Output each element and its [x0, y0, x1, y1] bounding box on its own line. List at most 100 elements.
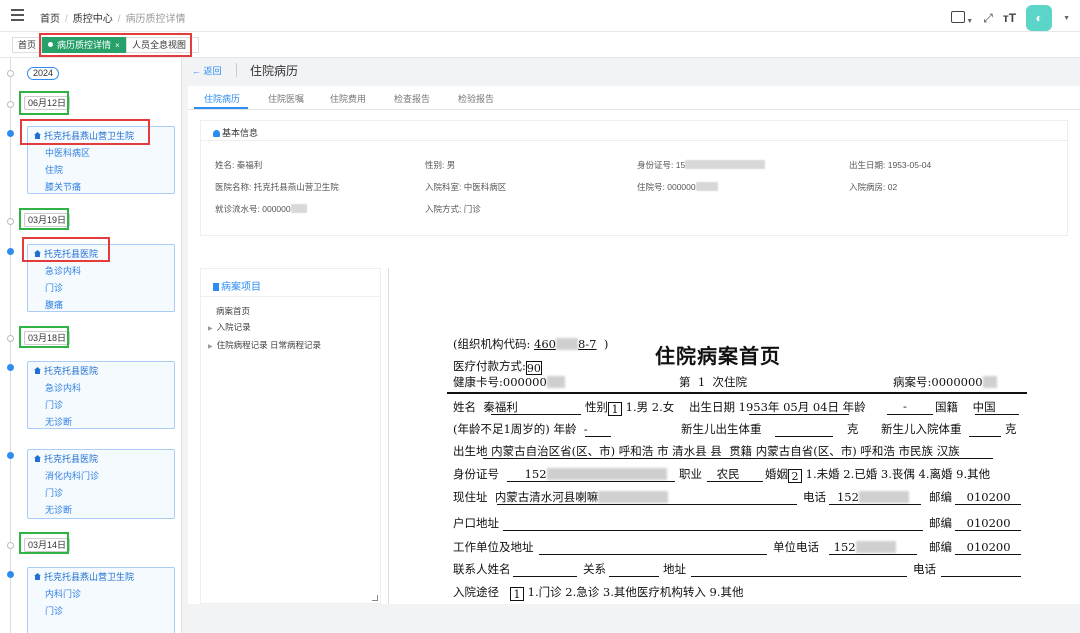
admission-times: 第 1 次住院: [679, 375, 747, 389]
highlight-date: [19, 208, 69, 230]
tree-item-admission[interactable]: ▶ 入院记录: [208, 319, 380, 337]
underline: [585, 436, 611, 437]
underline: [975, 414, 1019, 415]
payment-method: 医疗付款方式:90: [453, 359, 542, 375]
visit-no-field: 就诊流水号: 000000: [215, 203, 307, 215]
breadcrumb-center[interactable]: 质控中心: [73, 14, 113, 25]
underline: [539, 554, 767, 555]
highlight-hospital: [20, 119, 150, 145]
avatar[interactable]: ◐: [1026, 5, 1053, 31]
timeline-node: [7, 248, 14, 255]
tab-home[interactable]: 首页: [12, 37, 43, 53]
visit-card[interactable]: 托克托县燕山营卫生院 内科门诊 门诊: [27, 567, 175, 633]
tree-item-front-page[interactable]: 病案首页: [216, 303, 380, 319]
tab-inpatient-costs[interactable]: 住院费用: [330, 92, 366, 105]
dept-field: 入院科室: 中医科病区: [425, 182, 507, 192]
timeline-node: [7, 130, 14, 137]
ward-field: 入院病房: 02: [849, 182, 898, 192]
doc-phone: 电话 152: [803, 489, 909, 505]
doc-row-8: 联系人姓名: [453, 562, 511, 576]
tree-item-progress-notes[interactable]: ▶ 住院病程记录 日常病程记录: [208, 337, 380, 355]
doc-admit-weight: 新生儿入院体重: [881, 422, 962, 436]
doc-nationality: 国籍 中国: [935, 400, 996, 414]
record-items-header: 病案项目: [201, 269, 380, 297]
underline: [507, 481, 675, 482]
menu-toggle-icon[interactable]: [11, 9, 24, 21]
caret-right-icon[interactable]: ▶: [208, 344, 213, 350]
underline: [483, 458, 993, 459]
back-link[interactable]: ← 返回: [192, 64, 222, 77]
case-number: 病案号:0000000: [893, 374, 997, 390]
home-icon: [34, 455, 41, 462]
doc-age: -: [903, 399, 907, 413]
active-tab-indicator: [194, 107, 248, 109]
name-field: 姓名: 秦福利: [215, 160, 263, 170]
underline: [969, 436, 1001, 437]
caret-right-icon[interactable]: ▶: [208, 326, 213, 332]
record-tree: 病案首页 ▶ 入院记录 ▶ 住院病程记录 日常病程记录: [201, 297, 380, 355]
resize-handle[interactable]: [372, 595, 378, 601]
visit-department: 急诊内科: [45, 383, 82, 393]
doc-sex: 性别 1 1.男 2.女: [585, 400, 675, 416]
sex-field: 性别: 男: [425, 160, 456, 170]
underline: [491, 414, 581, 415]
underline: [887, 414, 933, 415]
timeline-node: [7, 542, 14, 549]
highlight-date: [19, 532, 69, 554]
underline: [829, 554, 917, 555]
doc-row-9: 入院途径 1 1.门诊 2.急诊 3.其他医疗机构转入 9.其他: [453, 585, 744, 601]
visit-department: 消化内科门诊: [45, 471, 100, 481]
list-icon: [213, 283, 219, 291]
underline: [707, 481, 763, 482]
breadcrumb: 首页 / 质控中心 / 病历质控详情: [40, 14, 186, 25]
breadcrumb-home[interactable]: 首页: [40, 14, 60, 25]
doc-relation: 关系: [583, 562, 606, 576]
doc-birth: 出生日期 1953年 05月 04日 年龄: [689, 400, 866, 414]
timeline-node: [7, 70, 14, 77]
underline: [691, 576, 907, 577]
health-card: 健康卡号:000000: [453, 374, 565, 390]
birth-field: 出生日期: 1953-05-04: [849, 160, 932, 170]
medical-record-document: (组织机构代码: 460 8-7 ) 医疗付款方式:90 住院病案首页 健康卡号:…: [388, 268, 1080, 604]
tab-lab-report[interactable]: 检验报告: [458, 92, 494, 105]
avatar-caret-icon[interactable]: ▼: [1063, 15, 1070, 22]
timeline-sidebar[interactable]: 2024 06月12日 托克托县燕山营卫生院 中医科病区 住院 膝关节痛 03月…: [0, 58, 182, 633]
app-root: 首页 / 质控中心 / 病历质控详情 ▼ ⤢ ᴛT ◐ ▼ 首页 病历质控详情 × 人员全…: [0, 0, 1080, 633]
visit-diagnosis: 膝关节痛: [45, 182, 82, 192]
underline: [775, 436, 833, 437]
font-size-icon[interactable]: ᴛT: [1003, 11, 1016, 25]
content-tabs: 住院病历 住院医嘱 住院费用 检查报告 检验报告: [188, 86, 1080, 110]
doc-admit-weight-unit: 克: [1005, 422, 1017, 436]
doc-occupation: 职业 农民: [679, 467, 740, 481]
id-field: 身份证号: 15: [637, 159, 766, 171]
visit-diagnosis: 腹痛: [45, 300, 64, 310]
doc-row-6: 户口地址: [453, 516, 499, 530]
top-toolbar: ▼ ⤢ ᴛT ◐ ▼: [951, 5, 1070, 31]
year-badge[interactable]: 2024: [27, 67, 59, 80]
tab-exam-report[interactable]: 检查报告: [394, 92, 430, 105]
highlight-date: [19, 326, 69, 348]
underline: [503, 530, 923, 531]
home-icon: [34, 573, 41, 580]
visit-card[interactable]: 托克托县医院 急诊内科 门诊 无诊断: [27, 361, 175, 429]
doc-row-1: 姓名 秦福利: [453, 400, 518, 414]
timeline-node: [7, 571, 14, 578]
visit-diagnosis: 无诊断: [45, 505, 73, 515]
highlight-tabs: [39, 33, 192, 57]
underline: [955, 530, 1021, 531]
home-icon: [34, 367, 41, 374]
tab-inpatient-record[interactable]: 住院病历: [204, 92, 240, 105]
hospital-field: 医院名称: 托克托县燕山营卫生院: [215, 182, 339, 192]
doc-birth-weight: 新生儿出生体重: [681, 422, 762, 436]
breadcrumb-current: 病历质控详情: [125, 14, 186, 25]
timeline-node: [7, 364, 14, 371]
visit-type: 门诊: [45, 488, 64, 498]
underline: [609, 576, 659, 577]
screenshot-icon[interactable]: ▼: [951, 10, 973, 26]
highlight-hospital: [22, 237, 110, 262]
doc-row-2: (年龄不足1周岁的) 年龄 -: [453, 422, 588, 436]
visit-department: 中医科病区: [45, 148, 91, 158]
visit-card[interactable]: 托克托县医院 消化内科门诊 门诊 无诊断: [27, 449, 175, 519]
fullscreen-icon[interactable]: ⤢: [983, 11, 993, 26]
tab-inpatient-orders[interactable]: 住院医嘱: [268, 92, 304, 105]
